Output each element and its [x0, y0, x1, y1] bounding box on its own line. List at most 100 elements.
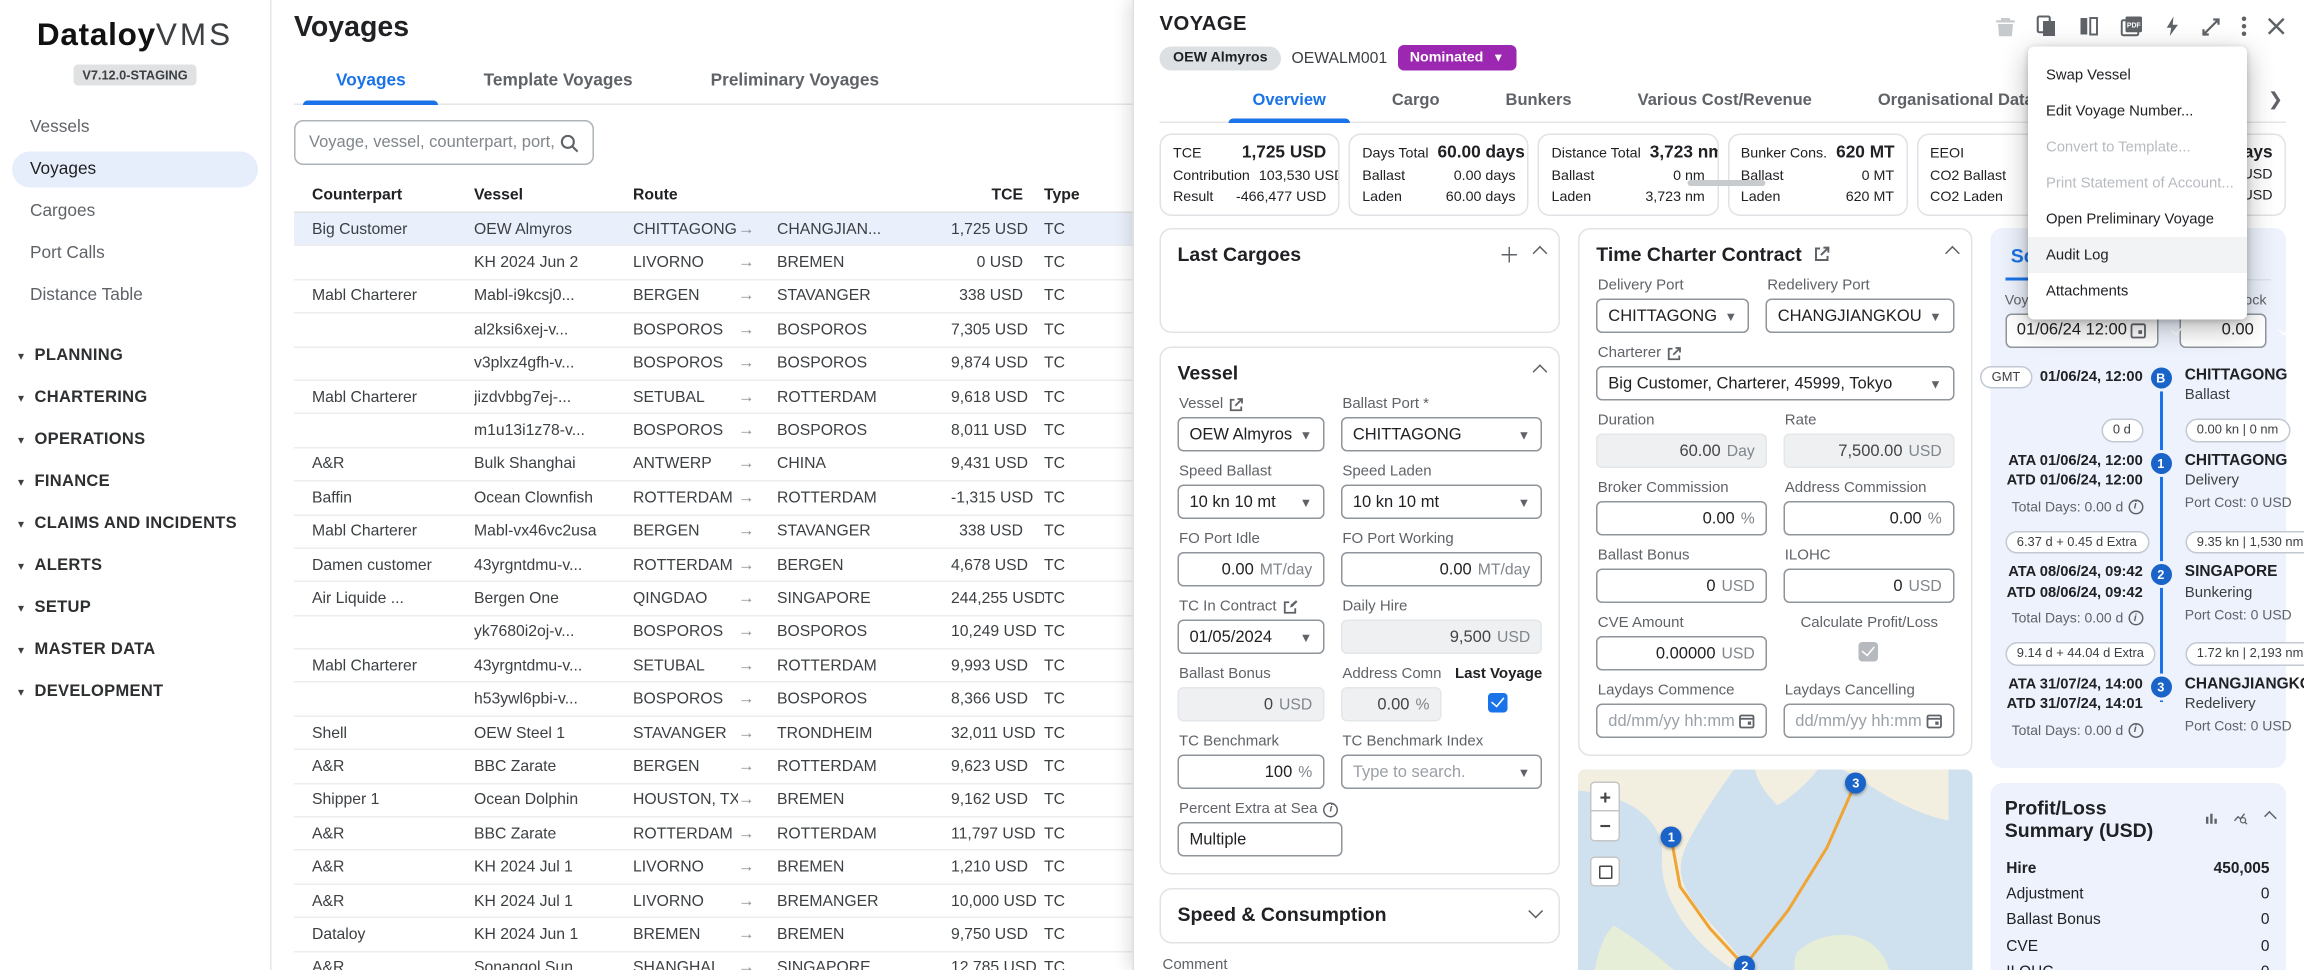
fo-port-working-field[interactable]: 0.00MT/day — [1341, 552, 1542, 587]
panel-tab-bunkers[interactable]: Bunkers — [1473, 81, 1605, 122]
table-row[interactable]: BaffinOcean ClownfishROTTERDAM→ROTTERDAM… — [294, 482, 1133, 516]
redelivery-port-select[interactable]: CHANGJIANGKOU▼ — [1766, 299, 1954, 334]
calendar-icon[interactable] — [1738, 713, 1755, 730]
sidebar-item-cargoes[interactable]: Cargoes — [12, 194, 258, 230]
table-row[interactable]: Mabl Charterer43yrgntdmu-v...SETUBAL→ROT… — [294, 650, 1133, 684]
summary-scrollbar[interactable] — [1688, 179, 1766, 185]
menu-item-attachments[interactable]: Attachments — [2028, 273, 2247, 309]
table-row[interactable]: ShellOEW Steel 1STAVANGER→TRONDHEIM32,01… — [294, 717, 1133, 751]
menu-item-edit-voyage-number[interactable]: Edit Voyage Number... — [2028, 93, 2247, 129]
menu-item-audit-log[interactable]: Audit Log — [2028, 237, 2247, 273]
sidebar-section-master-data[interactable]: ▾MASTER DATA — [12, 629, 258, 671]
table-row[interactable]: m1u13i1z78-v...BOSPOROS→BOSPOROS8,011 US… — [294, 415, 1133, 449]
delete-icon[interactable] — [1995, 15, 2016, 38]
tc-in-contract-select[interactable]: 01/05/2024▼ — [1178, 620, 1325, 655]
table-row[interactable]: h53ywl6pbi-v...BOSPOROS→BOSPOROS8,366 US… — [294, 683, 1133, 717]
charterer-select[interactable]: Big Customer, Charterer, 45999, Tokyo▼ — [1596, 366, 1953, 401]
external-link-icon[interactable] — [1814, 246, 1831, 263]
sidebar-section-development[interactable]: ▾DEVELOPMENT — [12, 671, 258, 713]
table-row[interactable]: al2ksi6xej-v...BOSPOROS→BOSPOROS7,305 US… — [294, 314, 1133, 348]
panel-tab-cargo[interactable]: Cargo — [1359, 81, 1473, 122]
sidebar-section-alerts[interactable]: ▾ALERTS — [12, 545, 258, 587]
add-cargo-icon[interactable]: ＋ — [1499, 247, 1520, 262]
collapse-icon[interactable] — [2264, 811, 2277, 824]
address-commission-field[interactable]: 0.00% — [1783, 501, 1954, 536]
table-row[interactable]: A&RKH 2024 Jul 1LIVORNO→BREMEN1,210 USDT… — [294, 851, 1133, 885]
sidebar-item-distance-table[interactable]: Distance Table — [12, 278, 258, 314]
delivery-port-select[interactable]: CHITTAGONG▼ — [1596, 299, 1749, 334]
table-row[interactable]: Mabl ChartererMabl-i9kcsj0...BERGEN→STAV… — [294, 280, 1133, 314]
expand-section-icon[interactable] — [1529, 904, 1544, 919]
laydays-commence-field[interactable]: dd/mm/yy hh:mm — [1596, 704, 1766, 739]
table-row[interactable]: Mabl Chartererjizdvbbg7ej-...SETUBAL→ROT… — [294, 381, 1133, 415]
table-row[interactable]: A&RBulk ShanghaiANTWERP→CHINA9,431 USDTC — [294, 448, 1133, 482]
table-row[interactable]: yk7680i2oj-v...BOSPOROS→BOSPOROS10,249 U… — [294, 616, 1133, 650]
table-row[interactable]: A&RBBC ZarateROTTERDAM→ROTTERDAM11,797 U… — [294, 818, 1133, 852]
table-row[interactable]: Damen customer43yrgntdmu-v...ROTTERDAM→B… — [294, 549, 1133, 583]
sidebar-item-port-calls[interactable]: Port Calls — [12, 236, 258, 272]
table-row[interactable]: Big CustomerOEW AlmyrosCHITTAGONG→CHANGJ… — [294, 213, 1133, 247]
table-row[interactable]: A&RBBC ZarateBERGEN→ROTTERDAM9,623 USDTC — [294, 750, 1133, 784]
external-link-icon[interactable] — [1229, 397, 1244, 412]
compare-documents-icon[interactable] — [2078, 15, 2101, 38]
sidebar-section-finance[interactable]: ▾FINANCE — [12, 461, 258, 503]
table-row[interactable]: Shipper 1Ocean DolphinHOUSTON, TX→BREMEN… — [294, 784, 1133, 818]
map-zoom-in-button[interactable]: + — [1590, 782, 1620, 812]
tab-preliminary-voyages[interactable]: Preliminary Voyages — [672, 60, 918, 104]
sidebar-item-vessels[interactable]: Vessels — [12, 110, 258, 146]
bar-chart-icon[interactable] — [2205, 809, 2218, 829]
search-box[interactable] — [294, 120, 594, 165]
tcc-ballast-bonus-field[interactable]: 0USD — [1596, 569, 1766, 604]
menu-item-convert-to-template[interactable]: Convert to Template... — [2028, 129, 2247, 165]
panel-tab-overview[interactable]: Overview — [1220, 81, 1359, 122]
tc-benchmark-field[interactable]: 100% — [1178, 755, 1325, 790]
tab-voyages[interactable]: Voyages — [297, 60, 445, 104]
table-row[interactable]: A&RKH 2024 Jul 1LIVORNO→BREMANGER10,000 … — [294, 885, 1133, 919]
sidebar-section-operations[interactable]: ▾OPERATIONS — [12, 419, 258, 461]
tab-template-voyages[interactable]: Template Voyages — [445, 60, 672, 104]
trend-search-icon[interactable] — [2233, 809, 2248, 829]
close-icon[interactable] — [2267, 17, 2287, 37]
percent-extra-field[interactable]: Multiple — [1178, 822, 1343, 857]
panel-tab-various-cost-revenue[interactable]: Various Cost/Revenue — [1605, 81, 1845, 122]
ilohc-field[interactable]: 0USD — [1783, 569, 1954, 604]
map-fullscreen-button[interactable] — [1590, 857, 1620, 887]
collapse-icon[interactable] — [1944, 246, 1959, 261]
map-zoom-out-button[interactable]: − — [1590, 812, 1620, 842]
copy-icon[interactable] — [2036, 15, 2059, 38]
sidebar-item-voyages[interactable]: Voyages — [12, 152, 258, 188]
ballast-port-select[interactable]: CHITTAGONG▼ — [1341, 417, 1542, 452]
sidebar-section-planning[interactable]: ▾PLANNING — [12, 335, 258, 377]
laydays-cancelling-field[interactable]: dd/mm/yy hh:mm — [1783, 704, 1954, 739]
menu-item-print-statement-of-account[interactable]: Print Statement of Account... — [2028, 165, 2247, 201]
expand-icon[interactable] — [2201, 16, 2222, 37]
table-row[interactable]: Mabl ChartererMabl-vx46vc2usaBERGEN→STAV… — [294, 515, 1133, 549]
speed-ballast-select[interactable]: 10 kn 10 mt▼ — [1178, 485, 1325, 520]
edit-icon[interactable] — [1283, 599, 1298, 614]
last-voyage-checkbox[interactable] — [1488, 693, 1508, 713]
tc-benchmark-index-select[interactable]: Type to search.▼ — [1341, 755, 1542, 790]
collapse-icon[interactable] — [1533, 364, 1548, 379]
table-row[interactable]: Air Liquide ...Bergen OneQINGDAO→SINGAPO… — [294, 582, 1133, 616]
sidebar-section-claims-and-incidents[interactable]: ▾CLAIMS AND INCIDENTS — [12, 503, 258, 545]
search-input[interactable] — [309, 134, 560, 152]
table-row[interactable]: KH 2024 Jun 2LIVORNO→BREMEN0 USDTC — [294, 247, 1133, 281]
table-row[interactable]: A&RSonangol Sun...SHANGHAI→SINGAPORE12,7… — [294, 952, 1133, 970]
collapse-icon[interactable] — [1533, 246, 1548, 261]
calendar-icon[interactable] — [1925, 713, 1942, 730]
more-icon[interactable] — [2241, 15, 2247, 38]
export-pdf-icon[interactable]: PDF — [2120, 15, 2144, 38]
vessel-select[interactable]: OEW Almyros▼ — [1178, 417, 1325, 452]
external-link-icon[interactable] — [1667, 346, 1682, 361]
menu-item-swap-vessel[interactable]: Swap Vessel — [2028, 57, 2247, 93]
route-map[interactable]: + − 123 Leaflet | © OpenStreetMap © CART… — [1578, 770, 1971, 970]
cve-amount-field[interactable]: 0.00000USD — [1596, 636, 1766, 671]
sidebar-section-chartering[interactable]: ▾CHARTERING — [12, 377, 258, 419]
sidebar-section-setup[interactable]: ▾SETUP — [12, 587, 258, 629]
broker-commission-field[interactable]: 0.00% — [1596, 501, 1766, 536]
table-row[interactable]: DataloyKH 2024 Jun 1BREMEN→BREMEN9,750 U… — [294, 918, 1133, 952]
fo-port-idle-field[interactable]: 0.00MT/day — [1178, 552, 1325, 587]
calendar-icon[interactable] — [2129, 322, 2146, 339]
tabs-scroll-chevron-icon[interactable]: ❯ — [2259, 88, 2286, 115]
status-dropdown[interactable]: Nominated ▼ — [1398, 45, 1517, 71]
